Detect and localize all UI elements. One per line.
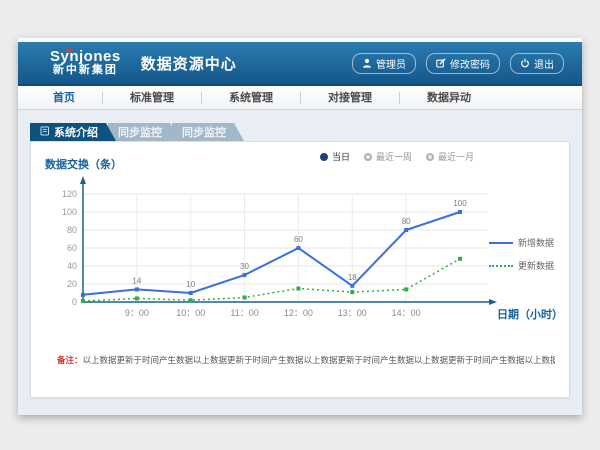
radio-label: 最近一月	[438, 150, 474, 163]
radio-today[interactable]: 当日	[320, 150, 350, 163]
logo-text: Synjones	[50, 49, 121, 65]
nav-item-system-mgmt[interactable]: 系统管理	[202, 86, 300, 110]
footnote-text: 以上数据更新于时间产生数据以上数据更新于时间产生数据以上数据更新于时间产生数据以…	[83, 355, 555, 365]
svg-text:日期（小时）: 日期（小时）	[497, 307, 563, 321]
admin-user-button[interactable]: 管理员	[352, 53, 416, 74]
radio-last-week[interactable]: 最近一周	[364, 150, 412, 163]
chart-panel: 当日 最近一周 最近一月 数据交换（条） 0 20 40 60 80 100 120 9：00…	[30, 141, 570, 398]
logo-subtext: 新中新集团	[53, 65, 118, 77]
tab-sync-monitor-1[interactable]: 同步监控	[108, 123, 180, 141]
nav-item-standard-mgmt[interactable]: 标准管理	[103, 86, 201, 110]
logo: Synjones 新中新集团	[50, 49, 121, 76]
header-actions: 管理员 修改密码 退出	[352, 53, 564, 74]
content-area: 系统介绍 同步监控 同步监控 当日 最近一周	[18, 110, 582, 413]
tab-label: 系统介绍	[54, 124, 98, 140]
svg-text:13：00: 13：00	[338, 308, 367, 318]
logout-button[interactable]: 退出	[510, 53, 564, 74]
svg-text:9：00: 9：00	[125, 308, 149, 318]
svg-text:60: 60	[294, 235, 303, 244]
svg-text:10：00: 10：00	[176, 308, 205, 318]
svg-text:120: 120	[62, 189, 77, 199]
svg-text:80: 80	[402, 217, 411, 226]
svg-text:14: 14	[132, 276, 141, 285]
svg-text:80: 80	[67, 225, 77, 235]
document-icon	[40, 126, 50, 139]
tab-bar: 系统介绍 同步监控 同步监控	[30, 123, 236, 141]
power-icon	[520, 58, 530, 68]
legend-updated-data[interactable]: 更新数据	[489, 259, 563, 272]
footnote: 备注：以上数据更新于时间产生数据以上数据更新于时间产生数据以上数据更新于时间产生…	[57, 354, 555, 366]
user-icon	[362, 58, 372, 68]
svg-text:0: 0	[72, 297, 77, 307]
change-password-button[interactable]: 修改密码	[426, 53, 500, 74]
chart-legend: 新增数据 更新数据	[489, 236, 563, 272]
green-dotted-line-icon	[489, 265, 513, 267]
app-window: Synjones 新中新集团 数据资源中心 管理员 修改密码	[18, 38, 582, 415]
tab-system-intro[interactable]: 系统介绍	[30, 123, 116, 141]
y-axis-title: 数据交换（条）	[45, 156, 122, 172]
page-title: 数据资源中心	[141, 53, 237, 74]
edit-icon	[436, 58, 446, 68]
app-header: Synjones 新中新集团 数据资源中心 管理员 修改密码	[18, 42, 582, 86]
radio-selected-icon	[320, 153, 328, 161]
blue-line-icon	[489, 242, 513, 244]
tab-sync-monitor-2[interactable]: 同步监控	[172, 123, 244, 141]
legend-label: 更新数据	[518, 259, 554, 272]
legend-new-data[interactable]: 新增数据	[489, 236, 563, 249]
svg-text:12：00: 12：00	[284, 308, 313, 318]
main-nav: 首页 标准管理 系统管理 对接管理 数据异动	[18, 86, 582, 110]
svg-text:11：00: 11：00	[230, 308, 258, 318]
tab-label: 同步监控	[118, 124, 162, 140]
nav-item-data-change[interactable]: 数据异动	[400, 86, 498, 110]
svg-text:100: 100	[453, 199, 467, 208]
svg-text:20: 20	[67, 279, 77, 289]
nav-item-home[interactable]: 首页	[26, 86, 102, 110]
logout-label: 退出	[534, 56, 554, 71]
radio-label: 最近一周	[376, 150, 412, 163]
radio-unselected-icon	[426, 153, 434, 161]
admin-user-label: 管理员	[376, 56, 406, 71]
footnote-prefix: 备注：	[57, 355, 83, 365]
svg-text:40: 40	[67, 261, 77, 271]
radio-label: 当日	[332, 150, 350, 163]
change-password-label: 修改密码	[450, 56, 490, 71]
svg-text:10: 10	[186, 280, 195, 289]
svg-text:18: 18	[348, 273, 357, 282]
time-range-filter: 当日 最近一周 最近一月	[320, 150, 474, 163]
tab-label: 同步监控	[182, 124, 226, 140]
legend-label: 新增数据	[518, 236, 554, 249]
radio-last-month[interactable]: 最近一月	[426, 150, 474, 163]
nav-item-interface-mgmt[interactable]: 对接管理	[301, 86, 399, 110]
radio-unselected-icon	[364, 153, 372, 161]
svg-text:60: 60	[67, 243, 77, 253]
svg-text:30: 30	[240, 262, 249, 271]
svg-text:100: 100	[62, 207, 77, 217]
svg-text:14：00: 14：00	[392, 308, 421, 318]
